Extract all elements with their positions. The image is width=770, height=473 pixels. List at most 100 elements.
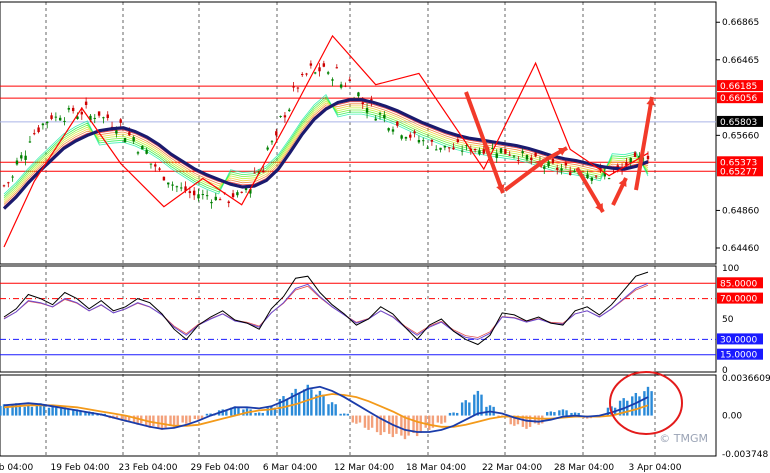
candle-body bbox=[452, 147, 455, 150]
candle-body bbox=[188, 191, 192, 194]
candle-body bbox=[180, 187, 183, 189]
price-level-label: 0.65277 bbox=[720, 167, 757, 177]
candle-body bbox=[71, 107, 75, 112]
macd-histogram-bar bbox=[558, 410, 561, 416]
candle-body bbox=[158, 168, 161, 170]
osc-tick-label: 50 bbox=[722, 315, 734, 325]
candle-body bbox=[387, 128, 390, 131]
candle-body bbox=[50, 115, 53, 119]
candle-body bbox=[409, 134, 412, 138]
candle-body bbox=[46, 121, 49, 124]
macd-tick-label: 0.0036609 bbox=[722, 374, 770, 384]
macd-histogram-bar bbox=[473, 394, 476, 416]
candle-body bbox=[573, 170, 576, 172]
price-level-label: 0.66056 bbox=[720, 94, 757, 104]
forex-chart: b 04:00 19 Feb 04:00 23 Feb 04:00 29 Feb 04… bbox=[0, 0, 770, 473]
macd-histogram-bar bbox=[197, 415, 200, 420]
candle-body bbox=[296, 87, 300, 89]
candle-body bbox=[15, 160, 19, 165]
candle-body bbox=[543, 166, 546, 169]
candle-body bbox=[374, 118, 377, 121]
macd-histogram-bar bbox=[363, 415, 367, 428]
price-tick-label: 0.64460 bbox=[722, 244, 759, 254]
price-tick-label: 0.66465 bbox=[722, 56, 759, 66]
macd-histogram-bar bbox=[72, 410, 75, 416]
candle-body bbox=[288, 109, 291, 112]
x-tick-label: 3 Apr 04:00 bbox=[629, 463, 682, 473]
macd-histogram-bar bbox=[403, 415, 407, 440]
macd-tick-label: 0.00 bbox=[722, 412, 742, 422]
candle-body bbox=[128, 132, 131, 136]
candle-body bbox=[262, 170, 265, 173]
candle-body bbox=[33, 133, 36, 135]
candle-body bbox=[201, 194, 205, 196]
candle-body bbox=[171, 184, 174, 186]
candle-body bbox=[63, 120, 66, 122]
candle-body bbox=[41, 123, 45, 126]
osc-tick-label: 100 bbox=[722, 264, 739, 274]
macd-histogram-bar bbox=[448, 412, 452, 416]
candle-body bbox=[136, 152, 140, 154]
candle-body bbox=[508, 154, 511, 156]
candle-body bbox=[339, 84, 343, 88]
macd-histogram-bar bbox=[638, 396, 641, 416]
candle-body bbox=[348, 79, 351, 81]
candle-body bbox=[28, 141, 32, 143]
candle-body bbox=[218, 199, 222, 201]
macd-histogram-bar bbox=[388, 415, 391, 434]
macd-histogram-bar bbox=[443, 415, 447, 423]
macd-histogram-bar bbox=[188, 415, 192, 423]
candle-body bbox=[482, 149, 485, 154]
candle-body bbox=[301, 74, 304, 76]
candle-body bbox=[231, 193, 235, 198]
macd-histogram-bar bbox=[51, 406, 54, 416]
macd-histogram-bar bbox=[294, 388, 297, 416]
macd-histogram-bar bbox=[460, 402, 464, 416]
macd-histogram-bar bbox=[261, 412, 264, 416]
macd-histogram-bar bbox=[549, 411, 552, 416]
candle-body bbox=[331, 79, 334, 81]
macd-histogram-bar bbox=[424, 415, 427, 428]
candle-body bbox=[106, 114, 109, 119]
candle-body bbox=[447, 147, 451, 149]
candle-body bbox=[551, 158, 555, 164]
macd-histogram-bar bbox=[27, 405, 30, 416]
macd-histogram-bar bbox=[455, 412, 459, 416]
macd-histogram-bar bbox=[400, 415, 403, 436]
candle-body bbox=[361, 102, 364, 105]
macd-histogram-bar bbox=[452, 412, 455, 416]
candle-body bbox=[141, 146, 144, 150]
candle-body bbox=[569, 172, 572, 175]
candle-body bbox=[236, 192, 239, 196]
candle-body bbox=[309, 63, 313, 66]
macd-histogram-bar bbox=[42, 405, 46, 416]
candle-body bbox=[435, 149, 438, 151]
candle-body bbox=[534, 152, 537, 157]
candle-body bbox=[318, 67, 321, 72]
candle-body bbox=[413, 131, 416, 134]
osc-level-label: 15.0000 bbox=[720, 351, 757, 361]
candle-body bbox=[547, 161, 550, 167]
x-tick-label: 23 Feb 04:00 bbox=[118, 463, 177, 473]
macd-histogram-bar bbox=[537, 415, 540, 425]
candle-body bbox=[24, 155, 27, 160]
x-tick-label: 12 Mar 04:00 bbox=[334, 463, 394, 473]
candle-body bbox=[525, 155, 529, 160]
macd-histogram-bar bbox=[375, 415, 379, 433]
macd-histogram-bar bbox=[282, 396, 285, 416]
macd-histogram-bar bbox=[327, 404, 330, 416]
candle-body bbox=[590, 177, 594, 181]
candle-body bbox=[426, 147, 429, 149]
candle-body bbox=[20, 155, 23, 159]
x-tick-label: 19 Feb 04:00 bbox=[50, 463, 109, 473]
macd-histogram-bar bbox=[339, 413, 342, 416]
macd-histogram-bar bbox=[270, 406, 273, 416]
candle-body bbox=[97, 111, 101, 116]
macd-histogram-bar bbox=[322, 394, 325, 416]
macd-histogram-bar bbox=[254, 412, 257, 416]
macd-histogram-bar bbox=[0, 405, 2, 416]
candle-body bbox=[383, 114, 386, 119]
candle-body bbox=[504, 149, 507, 154]
candle-body bbox=[175, 186, 179, 188]
macd-histogram-bar bbox=[646, 386, 650, 416]
